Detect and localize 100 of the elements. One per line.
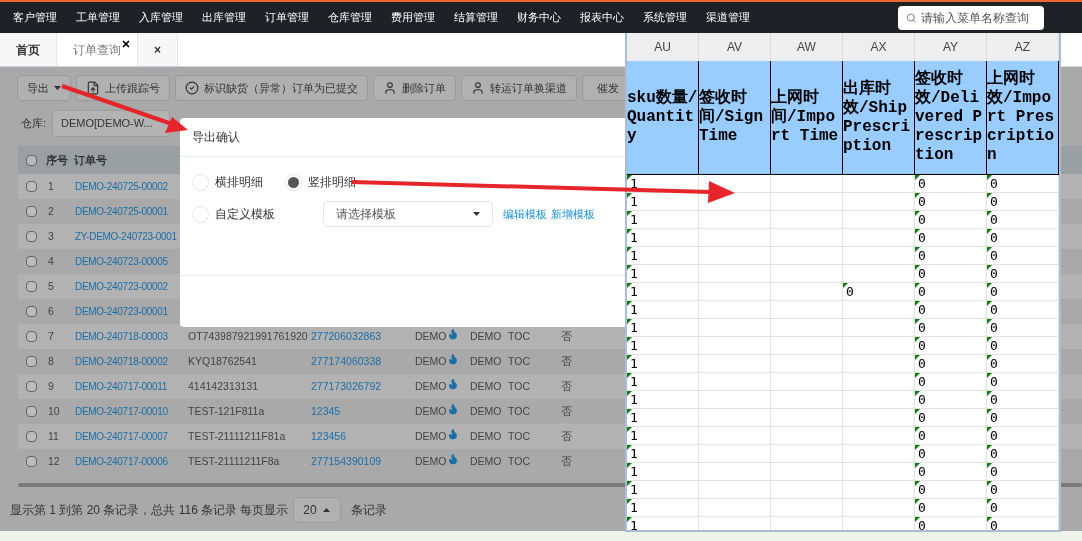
cell-marker-icon: [987, 247, 992, 252]
cell-marker-icon: [915, 247, 920, 252]
row-number: 2: [48, 204, 54, 217]
cell-marker-icon: [987, 517, 992, 522]
spreadsheet-cell: 0: [990, 285, 998, 299]
spreadsheet-cell: 0: [990, 357, 998, 371]
cell-marker-icon: [987, 337, 992, 342]
nav-menu-item[interactable]: 客户管理: [13, 9, 57, 26]
nav-menu-item[interactable]: 费用管理: [391, 9, 435, 26]
nav-menu-item[interactable]: 渠道管理: [706, 9, 750, 26]
cell-marker-icon: [627, 229, 632, 234]
row-checkbox[interactable]: [25, 206, 37, 217]
table-cell-text: 否: [561, 453, 572, 469]
nav-menu-item[interactable]: 财务中心: [517, 9, 561, 26]
radio-option[interactable]: 横排明细: [192, 169, 275, 195]
cell-marker-icon: [987, 481, 992, 486]
nav-menu-item[interactable]: 入库管理: [139, 9, 183, 26]
nav-menu-item[interactable]: 报表中心: [580, 9, 624, 26]
cell-marker-icon: [987, 391, 992, 396]
table-cell-text: DEMO: [470, 378, 502, 394]
row-checkbox[interactable]: [25, 431, 37, 442]
spreadsheet-cell: 0: [990, 447, 998, 461]
toolbar-button[interactable]: 标识缺货（异常）订单为已提交: [175, 75, 368, 101]
table-cell-text: TEST-21111211F81a: [188, 428, 286, 444]
row-checkbox[interactable]: [25, 306, 37, 317]
caret-icon: [54, 86, 61, 90]
warehouse-select[interactable]: DEMO[DEMO-W...: [52, 109, 171, 137]
row-checkbox[interactable]: [25, 381, 37, 392]
nav-menu-item[interactable]: 出库管理: [202, 9, 246, 26]
close-icon[interactable]: [121, 39, 131, 49]
row-checkbox[interactable]: [25, 356, 37, 367]
cell-marker-icon: [987, 499, 992, 504]
page-tab[interactable]: ×: [138, 33, 178, 66]
spreadsheet-cell: 0: [918, 483, 926, 497]
toolbar-button[interactable]: 上传跟踪号: [76, 75, 170, 101]
row-number: 6: [48, 304, 54, 317]
row-checkbox[interactable]: [25, 331, 37, 342]
row-number: 9: [48, 379, 54, 392]
cell-marker-icon: [627, 355, 632, 360]
row-checkbox[interactable]: [25, 456, 37, 467]
toolbar-button[interactable]: 转运订单换渠道: [461, 75, 577, 101]
nav-menu-item[interactable]: 结算管理: [454, 9, 498, 26]
menu-search-field[interactable]: 请输入菜单名称查询: [898, 5, 1044, 30]
column-letter: AU: [654, 39, 671, 56]
header-cell-text: 签收时效/Delivered Prescription: [915, 70, 984, 165]
spreadsheet-cell: 0: [846, 285, 854, 299]
cell-marker-icon: [987, 265, 992, 270]
cell-marker-icon: [627, 337, 632, 342]
column-letter: AW: [797, 39, 816, 56]
template-select[interactable]: 请选择模板: [323, 201, 493, 227]
header-cell-text: sku数量/Quantity: [627, 89, 698, 146]
toolbar-button[interactable]: 导出: [17, 75, 71, 101]
row-checkbox[interactable]: [25, 256, 37, 267]
spreadsheet-cell: 0: [990, 249, 998, 263]
toolbar-button[interactable]: 删除订单: [373, 75, 456, 101]
cell-marker-icon: [627, 409, 632, 414]
page-tab[interactable]: 首页: [0, 33, 57, 66]
row-checkbox[interactable]: [25, 281, 37, 292]
table-cell-text: DEMO: [415, 428, 447, 444]
spreadsheet-cell: 0: [990, 429, 998, 443]
row-number: 12: [48, 454, 60, 467]
page-size-select[interactable]: 20: [292, 497, 341, 523]
table-cell-text: DEMO: [415, 328, 447, 344]
caret-icon: [322, 508, 330, 512]
spreadsheet-cell: 0: [990, 177, 998, 191]
table-cell-text: TOC: [508, 353, 530, 369]
table-cell-text: TOC: [508, 428, 530, 444]
spreadsheet-cell: 0: [918, 375, 926, 389]
cell-marker-icon: [627, 301, 632, 306]
row-checkbox[interactable]: [25, 406, 37, 417]
radio-option[interactable]: 自定义模板: [192, 201, 275, 227]
header-checkbox[interactable]: [25, 154, 37, 166]
flame-icon: [446, 427, 459, 440]
nav-menu-item[interactable]: 订单管理: [265, 9, 309, 26]
cell-marker-icon: [915, 211, 920, 216]
spreadsheet-cell: 0: [918, 411, 926, 425]
spreadsheet-cell: 1: [630, 177, 638, 191]
template-link[interactable]: 新增模板: [551, 205, 595, 223]
nav-menu-item[interactable]: 仓库管理: [328, 9, 372, 26]
cell-marker-icon: [915, 499, 920, 504]
spreadsheet-cell: 0: [918, 231, 926, 245]
spreadsheet-cell: 0: [918, 501, 926, 515]
table-cell-text: 否: [561, 403, 572, 419]
dialog-title: 导出确认: [192, 129, 240, 146]
spreadsheet-cell: 1: [630, 393, 638, 407]
row-checkbox[interactable]: [25, 231, 37, 242]
nav-menu-item[interactable]: 系统管理: [643, 9, 687, 26]
spreadsheet-cell: 0: [990, 195, 998, 209]
toolbar-button[interactable]: 催发: [582, 75, 625, 101]
header-cell-text: 上网时效/Import Prescription: [987, 70, 1056, 165]
row-checkbox[interactable]: [25, 181, 37, 192]
spreadsheet-cell: 0: [918, 285, 926, 299]
flame-icon: [446, 352, 459, 365]
spreadsheet-cell: 0: [990, 375, 998, 389]
spreadsheet-cell: 1: [630, 411, 638, 425]
template-link[interactable]: 编辑模板: [503, 205, 547, 223]
cell-marker-icon: [987, 283, 992, 288]
spreadsheet-cell: 0: [990, 411, 998, 425]
nav-menu-item[interactable]: 工单管理: [76, 9, 120, 26]
spreadsheet-cell: 0: [918, 429, 926, 443]
